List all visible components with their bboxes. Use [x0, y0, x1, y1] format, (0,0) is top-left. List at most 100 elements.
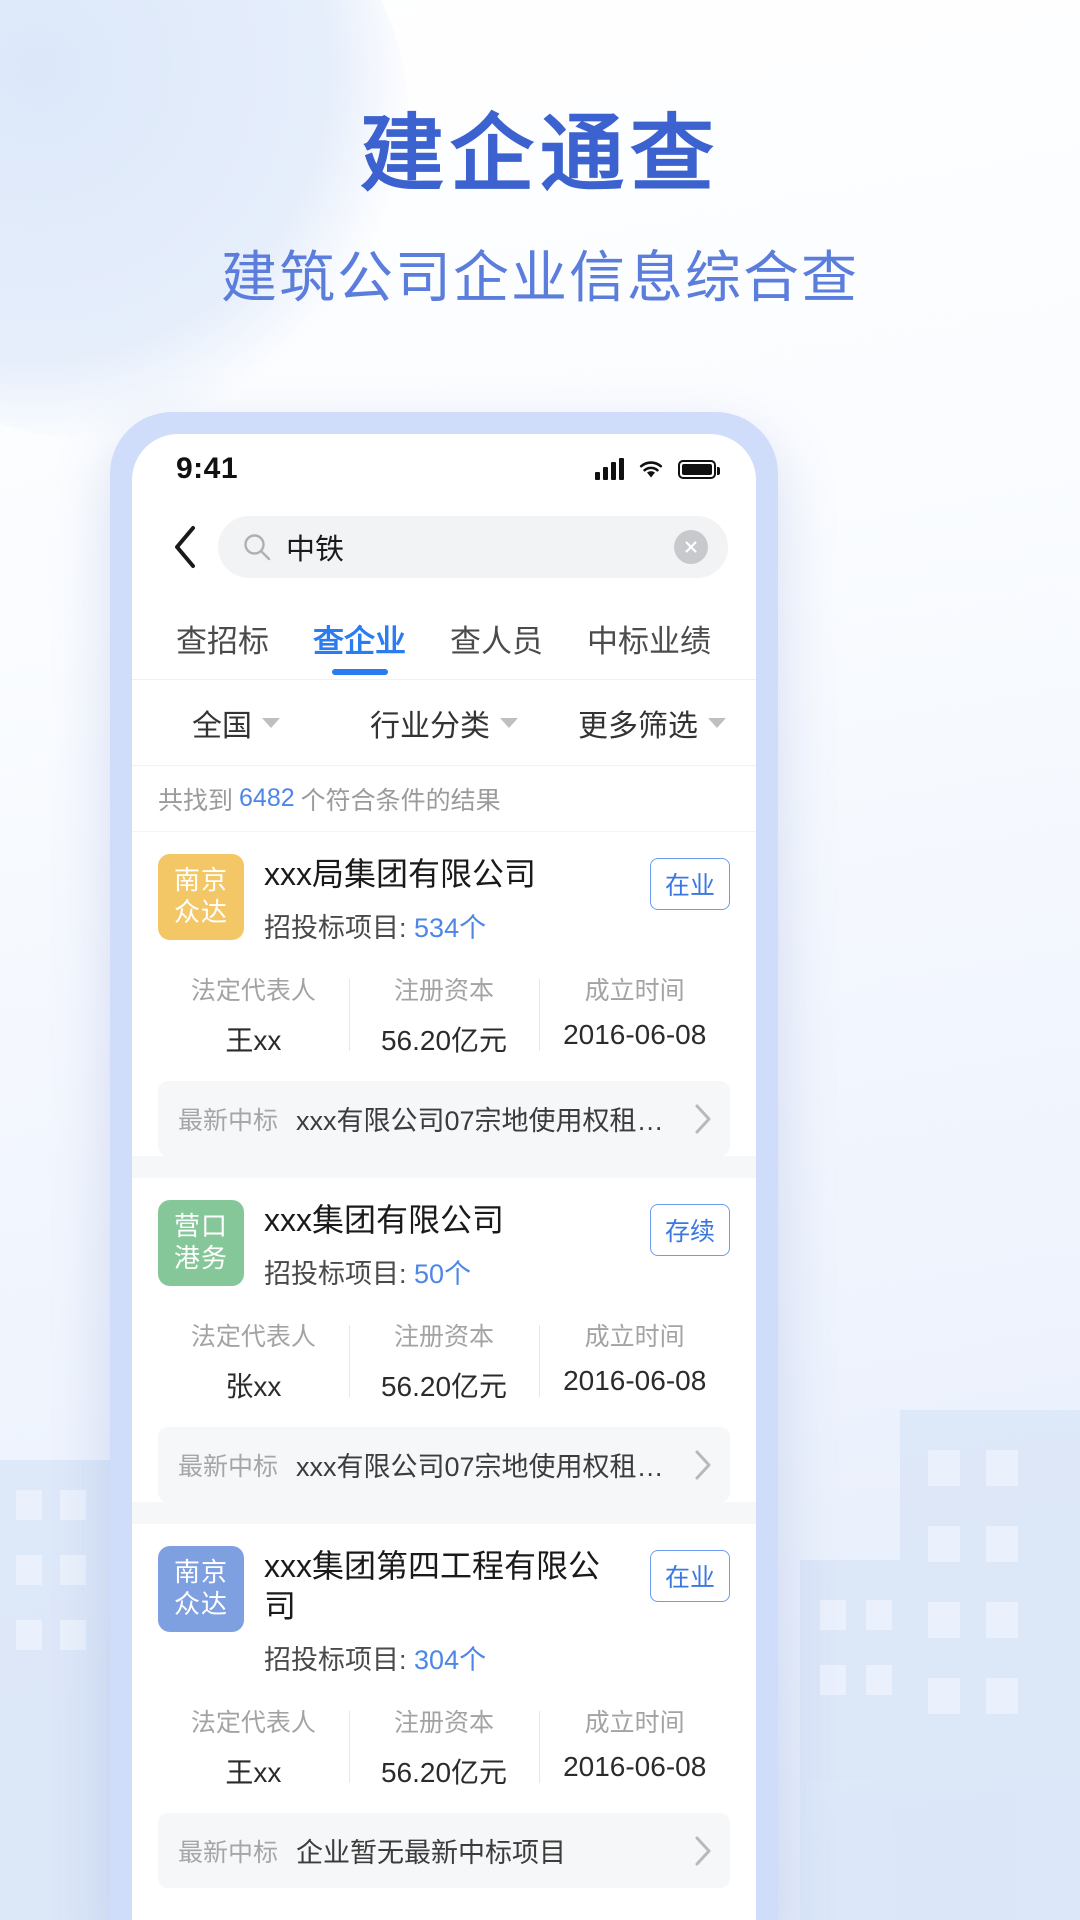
wifi-icon — [639, 461, 663, 478]
chevron-down-icon — [708, 717, 726, 728]
meta-capital-value: 56.20亿元 — [380, 1025, 508, 1056]
meta-legal-rep-label: 法定代表人 — [190, 1323, 316, 1351]
clear-circle-icon[interactable] — [674, 530, 708, 564]
meta-legal-rep: 法定代表人 王xx — [158, 971, 349, 1059]
status-badge: 存续 — [649, 1204, 730, 1256]
battery-full-icon — [678, 459, 720, 479]
status-badge: 在业 — [649, 858, 730, 910]
latest-bid-tag: 最新中标 — [178, 1106, 279, 1135]
company-name[interactable]: xxx局集团有限公司 — [264, 854, 630, 894]
latest-bid-text: xxx有限公司07宗地使用权租赁... — [296, 1106, 676, 1136]
status-icons — [595, 458, 720, 480]
filter-industry-label: 行业分类 — [370, 709, 490, 743]
meta-legal-rep: 法定代表人 王xx — [158, 1703, 349, 1791]
tab-siku-yeji[interactable]: 四库业绩 — [733, 616, 756, 679]
company-card[interactable]: 南京 众达 xxx集团第四工程有限公司 招投标项目: 304个 在业 法定代表人… — [132, 1524, 756, 1888]
company-project-count: 招投标项目: 304个 — [264, 1638, 630, 1677]
company-logo: 营口 港务 — [158, 1200, 244, 1286]
latest-bid-row[interactable]: 最新中标 xxx有限公司07宗地使用权租赁... — [158, 1427, 730, 1502]
company-list: 南京 众达 xxx局集团有限公司 招投标项目: 534个 在业 法定代表人 王x… — [132, 832, 756, 1888]
latest-bid-row[interactable]: 最新中标 企业暂无最新中标项目 — [158, 1813, 730, 1888]
filter-bar: 全国 行业分类 更多筛选 — [132, 680, 756, 766]
company-card-headtext: xxx集团有限公司 招投标项目: 50个 — [264, 1200, 630, 1291]
company-project-label: 招投标项目: — [264, 1259, 407, 1289]
chevron-right-icon — [695, 1104, 711, 1133]
phone-screen: 9:41 中铁 查招标 查企业 查人员 中标业绩 全国 行业分类 更多筛选 共找… — [132, 434, 756, 1920]
company-meta: 法定代表人 张xx 注册资本 56.20亿元 成立时间 2016-06-08 — [158, 1317, 730, 1427]
company-card-header: 营口 港务 xxx集团有限公司 招投标项目: 50个 存续 — [158, 1200, 730, 1291]
meta-founded-value: 2016-06-08 — [563, 1751, 707, 1782]
meta-founded-label: 成立时间 — [584, 1323, 685, 1351]
company-logo: 南京 众达 — [158, 1546, 244, 1632]
signal-bars-icon — [595, 458, 624, 480]
company-project-value: 304个 — [414, 1645, 487, 1675]
tab-cha-qiye[interactable]: 查企业 — [291, 616, 428, 679]
meta-founded: 成立时间 2016-06-08 — [539, 1703, 730, 1791]
result-count-suffix: 个符合条件的结果 — [300, 786, 501, 815]
company-card[interactable]: 营口 港务 xxx集团有限公司 招投标项目: 50个 存续 法定代表人 张xx … — [132, 1178, 756, 1502]
result-count-prefix: 共找到 — [158, 786, 234, 815]
company-card-header: 南京 众达 xxx集团第四工程有限公司 招投标项目: 304个 在业 — [158, 1546, 730, 1677]
company-project-value: 534个 — [414, 913, 487, 943]
meta-legal-rep: 法定代表人 张xx — [158, 1317, 349, 1405]
meta-capital-value: 56.20亿元 — [380, 1371, 508, 1402]
company-name[interactable]: xxx集团第四工程有限公司 — [264, 1546, 630, 1626]
company-logo-line2: 港务 — [173, 1243, 228, 1273]
phone-mockup-frame: 9:41 中铁 查招标 查企业 查人员 中标业绩 全国 行业分类 更多筛选 共找… — [110, 412, 778, 1920]
meta-legal-rep-value: 王xx — [225, 1757, 282, 1788]
tab-cha-zhaobiao[interactable]: 查招标 — [154, 616, 291, 679]
meta-capital: 注册资本 56.20亿元 — [348, 1317, 540, 1405]
company-project-count: 招投标项目: 534个 — [264, 906, 630, 945]
company-project-count: 招投标项目: 50个 — [264, 1252, 630, 1291]
status-time: 9:41 — [176, 452, 239, 485]
filter-industry[interactable]: 行业分类 — [340, 701, 548, 745]
company-logo-line2: 众达 — [173, 897, 228, 927]
meta-founded-value: 2016-06-08 — [563, 1365, 707, 1396]
meta-founded-label: 成立时间 — [584, 1709, 685, 1737]
company-name[interactable]: xxx集团有限公司 — [264, 1200, 630, 1240]
meta-capital: 注册资本 56.20亿元 — [348, 971, 540, 1059]
meta-capital-label: 注册资本 — [394, 977, 495, 1005]
meta-founded-label: 成立时间 — [584, 977, 685, 1005]
company-logo-line1: 南京 — [173, 865, 228, 896]
company-card-headtext: xxx局集团有限公司 招投标项目: 534个 — [264, 854, 630, 945]
meta-legal-rep-label: 法定代表人 — [190, 977, 316, 1005]
meta-founded-value: 2016-06-08 — [563, 1019, 707, 1050]
meta-capital-value: 56.20亿元 — [380, 1757, 508, 1788]
company-meta: 法定代表人 王xx 注册资本 56.20亿元 成立时间 2016-06-08 — [158, 971, 730, 1081]
filter-region[interactable]: 全国 — [132, 701, 340, 745]
latest-bid-tag: 最新中标 — [178, 1838, 279, 1867]
status-bar: 9:41 — [132, 434, 756, 504]
meta-capital-label: 注册资本 — [394, 1323, 495, 1351]
search-bar: 中铁 — [132, 504, 756, 596]
company-card-header: 南京 众达 xxx局集团有限公司 招投标项目: 534个 在业 — [158, 854, 730, 945]
hero-section: 建企通查 建筑公司企业信息综合查 — [0, 0, 1080, 306]
search-icon — [244, 534, 271, 561]
result-count-number: 6482 — [239, 784, 295, 812]
meta-founded: 成立时间 2016-06-08 — [539, 971, 730, 1059]
latest-bid-text: 企业暂无最新中标项目 — [296, 1838, 567, 1868]
chevron-right-icon — [695, 1450, 711, 1479]
status-badge: 在业 — [649, 1550, 730, 1602]
page-title: 建企通查 — [359, 107, 720, 201]
company-meta: 法定代表人 王xx 注册资本 56.20亿元 成立时间 2016-06-08 — [158, 1703, 730, 1813]
filter-region-label: 全国 — [192, 709, 252, 743]
company-card[interactable]: 南京 众达 xxx局集团有限公司 招投标项目: 534个 在业 法定代表人 王x… — [132, 832, 756, 1156]
filter-more[interactable]: 更多筛选 — [548, 701, 756, 745]
tab-zhongbiao-yeji[interactable]: 中标业绩 — [565, 616, 733, 679]
company-project-value: 50个 — [414, 1259, 472, 1289]
back-chevron-icon[interactable] — [158, 520, 212, 574]
search-input-value: 中铁 — [286, 534, 345, 566]
tab-cha-renyuan[interactable]: 查人员 — [428, 616, 565, 679]
company-logo-line1: 营口 — [173, 1211, 228, 1242]
meta-capital-label: 注册资本 — [394, 1709, 495, 1737]
company-project-label: 招投标项目: — [264, 1645, 407, 1675]
meta-founded: 成立时间 2016-06-08 — [539, 1317, 730, 1405]
latest-bid-row[interactable]: 最新中标 xxx有限公司07宗地使用权租赁... — [158, 1081, 730, 1156]
result-count: 共找到 6482 个符合条件的结果 — [132, 766, 756, 832]
chevron-down-icon — [500, 717, 518, 728]
search-input[interactable]: 中铁 — [218, 516, 728, 578]
company-card-headtext: xxx集团第四工程有限公司 招投标项目: 304个 — [264, 1546, 630, 1677]
page-subtitle: 建筑公司企业信息综合查 — [221, 246, 859, 309]
category-tabs[interactable]: 查招标 查企业 查人员 中标业绩 四库业绩 — [132, 596, 756, 680]
